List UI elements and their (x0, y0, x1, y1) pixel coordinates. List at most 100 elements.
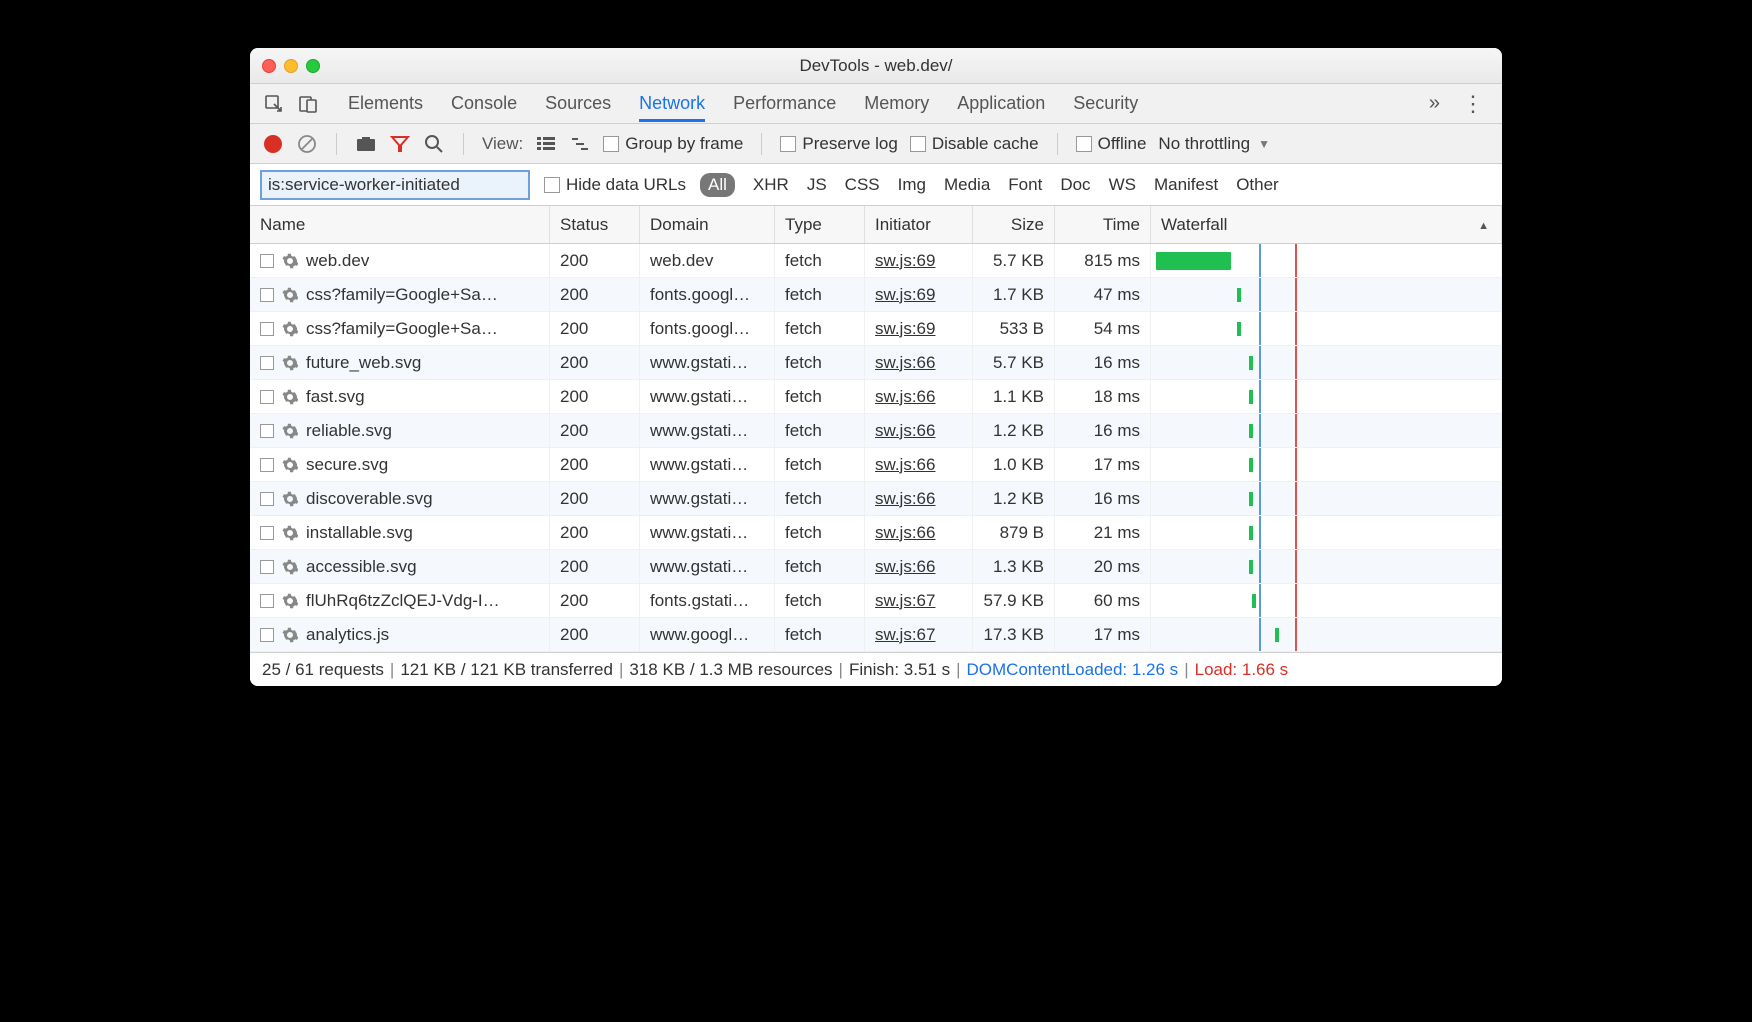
tab-performance[interactable]: Performance (733, 85, 836, 122)
row-checkbox[interactable] (260, 560, 274, 574)
table-row[interactable]: reliable.svg200www.gstati…fetchsw.js:661… (250, 414, 1502, 448)
row-checkbox[interactable] (260, 628, 274, 642)
tab-application[interactable]: Application (957, 85, 1045, 122)
filter-type-other[interactable]: Other (1236, 175, 1279, 195)
domain-cell: fonts.googl… (640, 312, 775, 345)
table-row[interactable]: web.dev200web.devfetchsw.js:695.7 KB815 … (250, 244, 1502, 278)
status-cell: 200 (550, 618, 640, 651)
settings-menu-button[interactable]: ⋮ (1454, 91, 1492, 117)
initiator-link[interactable]: sw.js:66 (875, 353, 935, 373)
more-tabs-button[interactable]: » (1421, 92, 1448, 115)
group-by-frame-checkbox[interactable]: Group by frame (603, 134, 743, 154)
table-row[interactable]: future_web.svg200www.gstati…fetchsw.js:6… (250, 346, 1502, 380)
initiator-link[interactable]: sw.js:66 (875, 455, 935, 475)
table-row[interactable]: css?family=Google+Sa…200fonts.googl…fetc… (250, 312, 1502, 346)
disable-cache-checkbox[interactable]: Disable cache (910, 134, 1039, 154)
size-cell: 1.3 KB (973, 550, 1055, 583)
row-checkbox[interactable] (260, 424, 274, 438)
col-waterfall-label: Waterfall (1161, 215, 1227, 235)
filter-type-xhr[interactable]: XHR (753, 175, 789, 195)
filter-type-manifest[interactable]: Manifest (1154, 175, 1218, 195)
tab-memory[interactable]: Memory (864, 85, 929, 122)
col-size-header[interactable]: Size (973, 206, 1055, 243)
row-checkbox[interactable] (260, 492, 274, 506)
record-button[interactable] (262, 133, 284, 155)
tab-elements[interactable]: Elements (348, 85, 423, 122)
initiator-link[interactable]: sw.js:69 (875, 285, 935, 305)
preserve-log-checkbox[interactable]: Preserve log (780, 134, 897, 154)
table-row[interactable]: accessible.svg200www.gstati…fetchsw.js:6… (250, 550, 1502, 584)
row-checkbox[interactable] (260, 288, 274, 302)
col-type-header[interactable]: Type (775, 206, 865, 243)
table-row[interactable]: css?family=Google+Sa…200fonts.googl…fetc… (250, 278, 1502, 312)
tab-network[interactable]: Network (639, 85, 705, 122)
offline-checkbox[interactable]: Offline (1076, 134, 1147, 154)
large-rows-icon[interactable] (535, 133, 557, 155)
tab-security[interactable]: Security (1073, 85, 1138, 122)
initiator-link[interactable]: sw.js:66 (875, 489, 935, 509)
initiator-link[interactable]: sw.js:67 (875, 625, 935, 645)
type-cell: fetch (775, 380, 865, 413)
throttling-dropdown[interactable]: No throttling ▼ (1158, 134, 1270, 154)
status-finish: Finish: 3.51 s (849, 660, 950, 680)
col-name-header[interactable]: Name (250, 206, 550, 243)
domain-cell: www.gstati… (640, 414, 775, 447)
capture-screenshots-icon[interactable] (355, 133, 377, 155)
row-checkbox[interactable] (260, 356, 274, 370)
size-cell: 17.3 KB (973, 618, 1055, 651)
initiator-link[interactable]: sw.js:67 (875, 591, 935, 611)
row-checkbox[interactable] (260, 458, 274, 472)
request-name: accessible.svg (306, 557, 417, 577)
tab-sources[interactable]: Sources (545, 85, 611, 122)
initiator-link[interactable]: sw.js:66 (875, 387, 935, 407)
table-row[interactable]: discoverable.svg200www.gstati…fetchsw.js… (250, 482, 1502, 516)
overview-icon[interactable] (569, 133, 591, 155)
row-checkbox[interactable] (260, 390, 274, 404)
col-waterfall-header[interactable]: Waterfall ▲ (1151, 206, 1502, 243)
hide-data-urls-checkbox[interactable]: Hide data URLs (544, 175, 686, 195)
device-toolbar-icon[interactable] (294, 90, 322, 118)
filter-type-js[interactable]: JS (807, 175, 827, 195)
type-cell: fetch (775, 618, 865, 651)
filter-input[interactable] (260, 170, 530, 200)
panel-tabs-bar: Elements Console Sources Network Performance… (250, 84, 1502, 124)
clear-button[interactable] (296, 133, 318, 155)
tab-console[interactable]: Console (451, 85, 517, 122)
filter-type-all[interactable]: All (700, 173, 735, 197)
filter-type-img[interactable]: Img (898, 175, 926, 195)
status-cell: 200 (550, 516, 640, 549)
inspect-element-icon[interactable] (260, 90, 288, 118)
filter-type-media[interactable]: Media (944, 175, 990, 195)
row-checkbox[interactable] (260, 322, 274, 336)
initiator-link[interactable]: sw.js:69 (875, 251, 935, 271)
row-checkbox[interactable] (260, 594, 274, 608)
request-name: reliable.svg (306, 421, 392, 441)
col-initiator-header[interactable]: Initiator (865, 206, 973, 243)
search-icon[interactable] (423, 133, 445, 155)
devtools-window: DevTools - web.dev/ ElementsConsoleSourc… (250, 48, 1502, 686)
filter-type-font[interactable]: Font (1008, 175, 1042, 195)
initiator-link[interactable]: sw.js:66 (875, 421, 935, 441)
col-domain-header[interactable]: Domain (640, 206, 775, 243)
status-resources: 318 KB / 1.3 MB resources (629, 660, 832, 680)
filter-type-css[interactable]: CSS (845, 175, 880, 195)
table-row[interactable]: fast.svg200www.gstati…fetchsw.js:661.1 K… (250, 380, 1502, 414)
initiator-link[interactable]: sw.js:66 (875, 523, 935, 543)
filter-type-ws[interactable]: WS (1109, 175, 1136, 195)
col-status-header[interactable]: Status (550, 206, 640, 243)
table-row[interactable]: flUhRq6tzZclQEJ-Vdg-I…200fonts.gstati…fe… (250, 584, 1502, 618)
initiator-link[interactable]: sw.js:69 (875, 319, 935, 339)
col-time-header[interactable]: Time (1055, 206, 1151, 243)
request-name: secure.svg (306, 455, 388, 475)
gear-icon (282, 389, 298, 405)
table-row[interactable]: analytics.js200www.googl…fetchsw.js:6717… (250, 618, 1502, 652)
row-checkbox[interactable] (260, 526, 274, 540)
table-row[interactable]: secure.svg200www.gstati…fetchsw.js:661.0… (250, 448, 1502, 482)
filter-icon[interactable] (389, 133, 411, 155)
filter-type-doc[interactable]: Doc (1060, 175, 1090, 195)
row-checkbox[interactable] (260, 254, 274, 268)
time-cell: 60 ms (1055, 584, 1151, 617)
initiator-link[interactable]: sw.js:66 (875, 557, 935, 577)
request-name: css?family=Google+Sa… (306, 285, 498, 305)
table-row[interactable]: installable.svg200www.gstati…fetchsw.js:… (250, 516, 1502, 550)
